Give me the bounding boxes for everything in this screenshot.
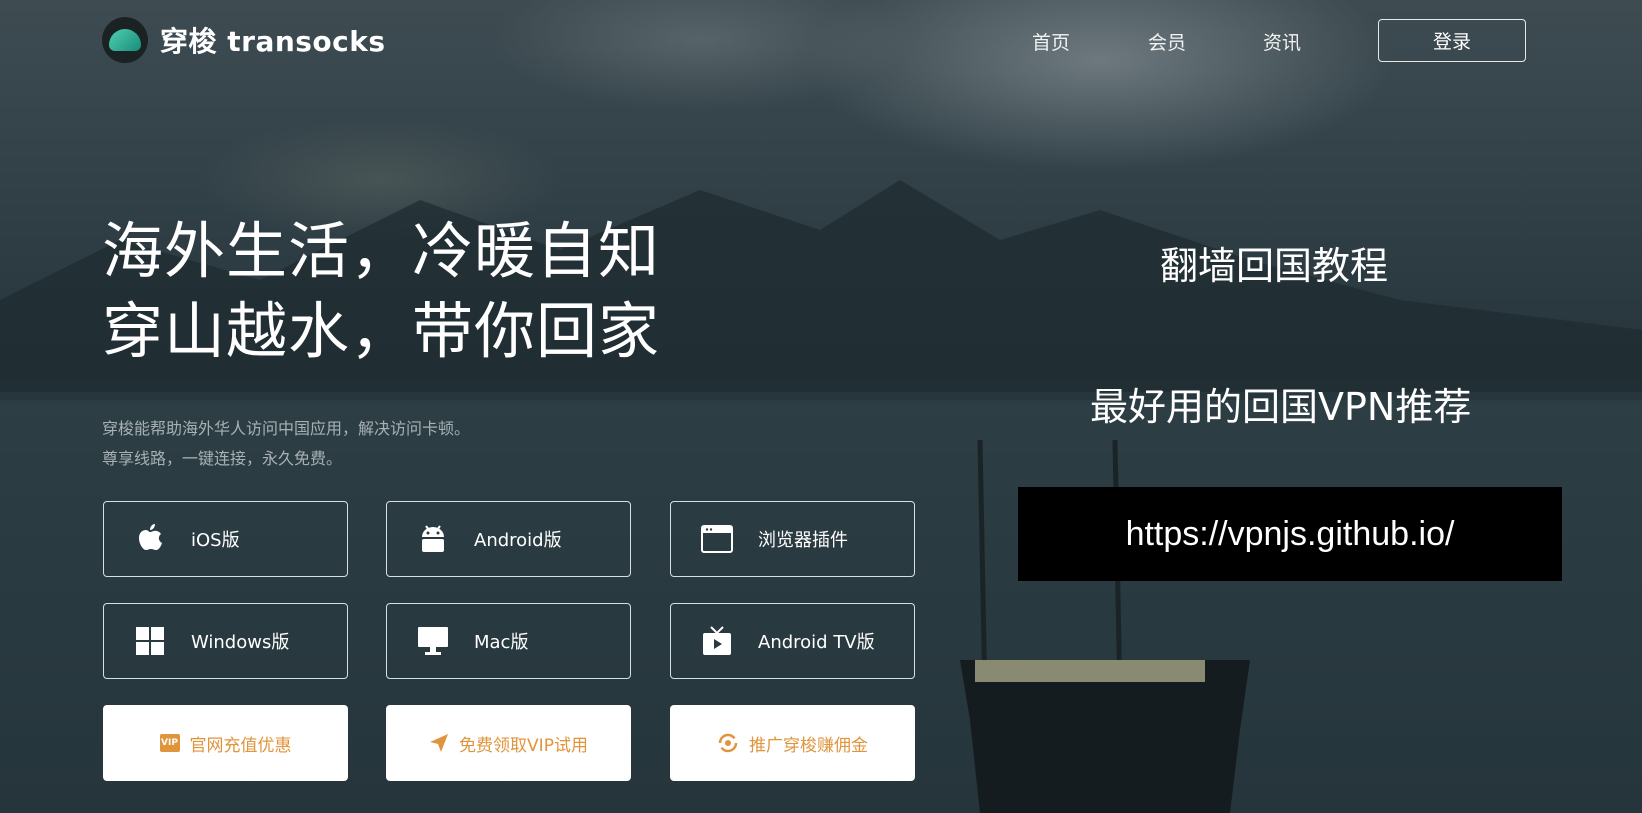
browser-icon: [699, 521, 735, 557]
url-text[interactable]: https://vpnjs.github.io/: [1126, 515, 1455, 554]
brand-name: 穿梭 transocks: [160, 25, 386, 58]
overlay-title-tutorial: 翻墙回国教程: [1160, 244, 1389, 288]
monitor-icon: [415, 623, 451, 659]
header: 穿梭 transocks 首页 会员 资讯 登录: [0, 0, 1642, 80]
hero-subtitle-line2: 尊享线路，一键连接，永久免费。: [102, 449, 343, 468]
free-vip-trial-button[interactable]: 免费领取VIP试用: [386, 705, 631, 781]
nav-news[interactable]: 资讯: [1263, 28, 1301, 55]
download-androidtv-label: Android TV版: [758, 632, 875, 653]
url-banner: https://vpnjs.github.io/: [1018, 487, 1562, 581]
free-vip-trial-label: 免费领取VIP试用: [459, 735, 588, 756]
nav-membership[interactable]: 会员: [1148, 28, 1186, 55]
tv-icon: [699, 623, 735, 659]
send-icon: [429, 733, 449, 753]
overlay-title-vpn: 最好用的回国VPN推荐: [1090, 385, 1472, 429]
recharge-offer-button[interactable]: VIP 官网充值优惠: [103, 705, 348, 781]
referral-commission-button[interactable]: 推广穿梭赚佣金: [670, 705, 915, 781]
download-androidtv-button[interactable]: Android TV版: [670, 603, 915, 679]
download-mac-button[interactable]: Mac版: [386, 603, 631, 679]
windows-icon: [132, 623, 168, 659]
download-browser-label: 浏览器插件: [758, 530, 848, 551]
hero-subtitle: 穿梭能帮助海外华人访问中国应用，解决访问卡顿。 尊享线路，一键连接，永久免费。: [102, 414, 470, 474]
vip-icon: VIP: [159, 734, 180, 752]
hero-title: 海外生活，冷暖自知 穿山越水，带你回家: [102, 212, 660, 372]
apple-icon: [132, 521, 168, 557]
hero-title-line2: 穿山越水，带你回家: [102, 296, 661, 367]
download-windows-label: Windows版: [191, 632, 290, 653]
download-android-label: Android版: [474, 530, 562, 551]
download-android-button[interactable]: Android版: [386, 501, 631, 577]
hero-title-line1: 海外生活，冷暖自知: [102, 216, 661, 287]
download-windows-button[interactable]: Windows版: [103, 603, 348, 679]
login-button[interactable]: 登录: [1378, 19, 1526, 62]
download-mac-label: Mac版: [474, 632, 529, 653]
download-browser-button[interactable]: 浏览器插件: [670, 501, 915, 577]
download-ios-button[interactable]: iOS版: [103, 501, 348, 577]
hero-subtitle-line1: 穿梭能帮助海外华人访问中国应用，解决访问卡顿。: [102, 419, 471, 438]
nav-home[interactable]: 首页: [1032, 28, 1070, 55]
referral-commission-label: 推广穿梭赚佣金: [749, 735, 868, 756]
brand-logo[interactable]: 穿梭 transocks: [102, 17, 386, 63]
download-ios-label: iOS版: [191, 530, 240, 551]
android-icon: [415, 521, 451, 557]
recharge-offer-label: 官网充值优惠: [189, 735, 292, 756]
refresh-icon: [717, 732, 739, 754]
logo-icon: [102, 17, 148, 63]
